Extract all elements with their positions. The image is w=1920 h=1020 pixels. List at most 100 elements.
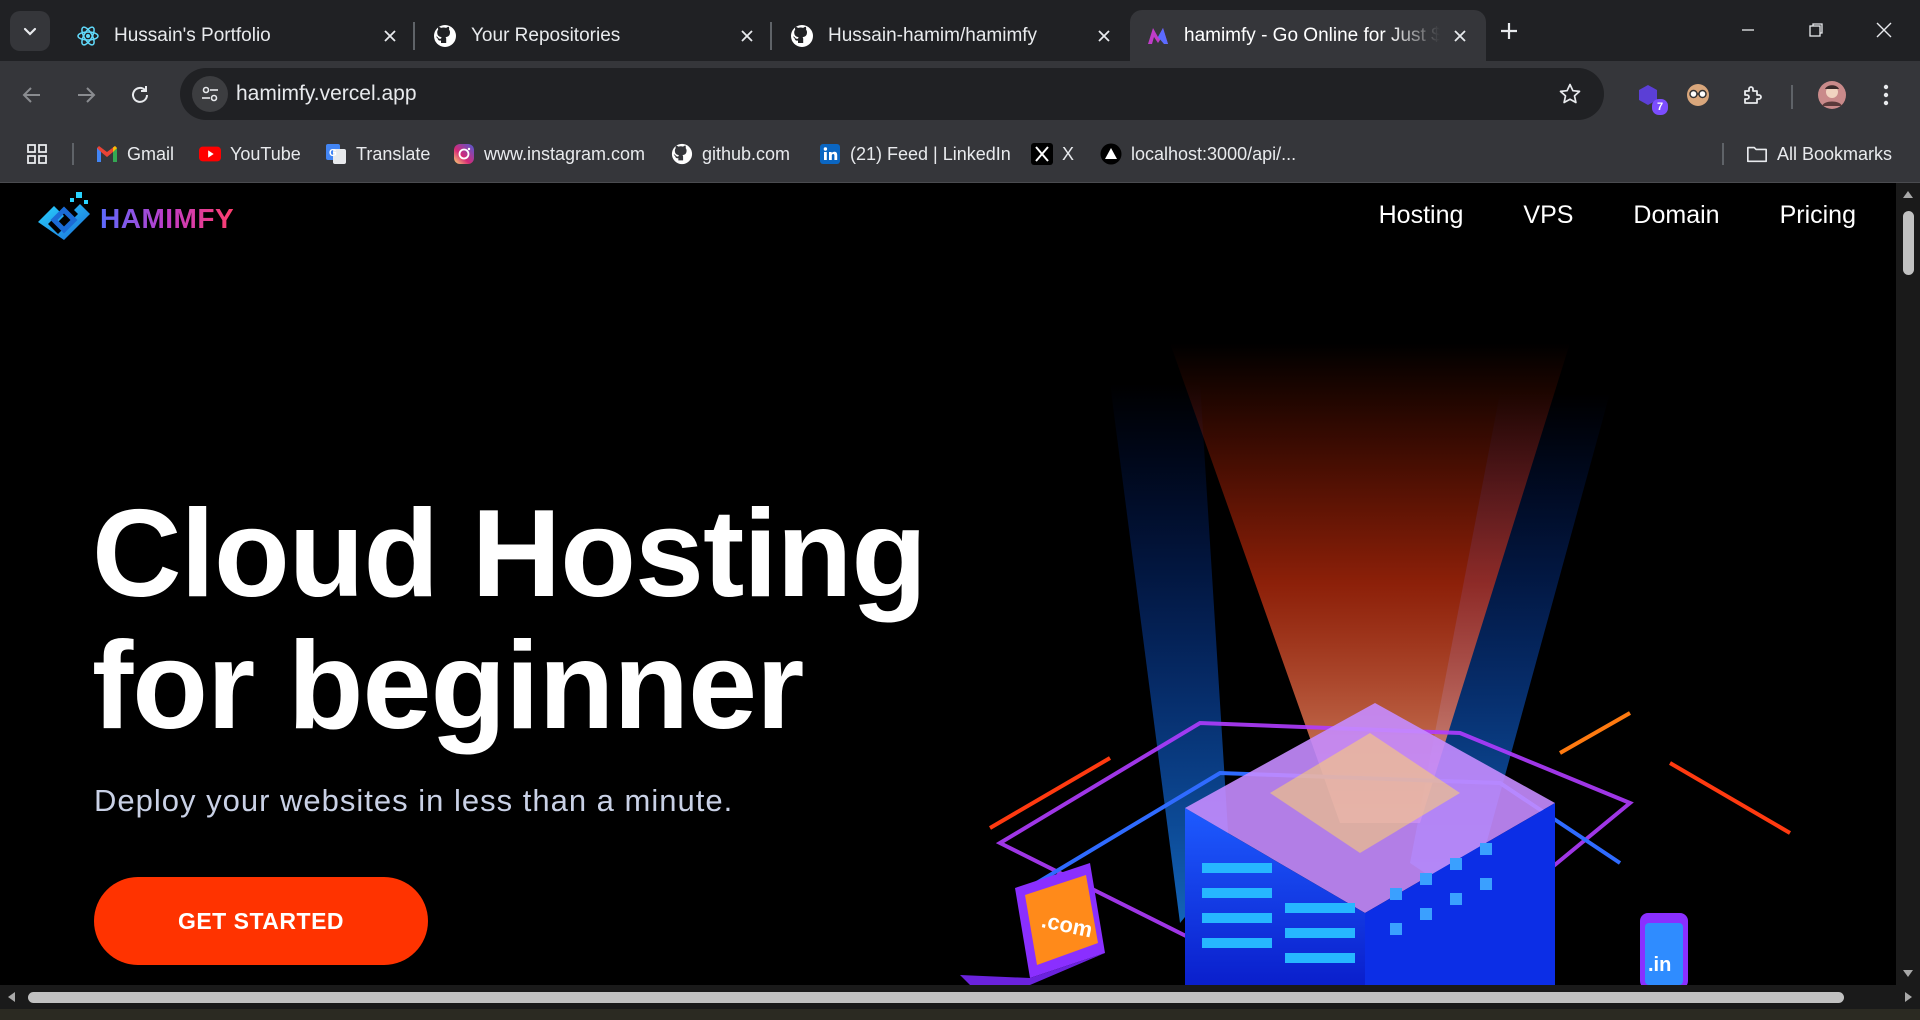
close-window-button[interactable]: [1864, 10, 1904, 50]
phone-in: .in: [1640, 913, 1688, 985]
close-icon[interactable]: [1092, 24, 1116, 48]
bookmark-label: YouTube: [230, 143, 301, 164]
forward-button[interactable]: [68, 77, 104, 113]
bookmark-label: Gmail: [127, 143, 175, 164]
tab-strip: Hussain's Portfolio Your Repositories Hu…: [0, 0, 1920, 61]
translate-icon: G: [325, 143, 347, 165]
arrow-right-icon: [78, 87, 96, 103]
url-text[interactable]: hamimfy.vercel.app: [236, 82, 417, 106]
site-info-button[interactable]: [192, 76, 228, 112]
apps-button[interactable]: [26, 139, 48, 169]
browser-menu-button[interactable]: [1868, 77, 1904, 113]
scroll-down-icon: [1903, 970, 1913, 977]
tab-repositories[interactable]: Your Repositories: [417, 10, 773, 61]
tab-portfolio[interactable]: Hussain's Portfolio: [60, 10, 416, 61]
tune-icon: [202, 86, 218, 102]
bookmark-youtube[interactable]: YouTube: [199, 139, 301, 169]
restore-button[interactable]: [1796, 10, 1836, 50]
minimize-button[interactable]: [1728, 10, 1768, 50]
tab-title: Hussain-hamim/hamimfy: [828, 24, 1038, 46]
bookmark-star-button[interactable]: [1556, 80, 1584, 108]
hero-subtitle: Deploy your websites in less than a minu…: [94, 783, 734, 818]
vertical-scrollbar[interactable]: [1896, 183, 1920, 985]
toolbar-divider: [1791, 85, 1793, 109]
bookmark-label: www.instagram.com: [484, 143, 646, 164]
restore-icon: [1809, 23, 1823, 37]
bookmark-instagram[interactable]: www.instagram.com: [453, 139, 645, 169]
get-started-button[interactable]: GET STARTED: [94, 877, 428, 965]
bookmark-divider: [72, 143, 74, 165]
horizontal-scroll-thumb[interactable]: [28, 992, 1844, 1003]
new-tab-button[interactable]: [1492, 14, 1526, 48]
reload-icon: [132, 86, 148, 103]
bookmark-label: (21) Feed | LinkedIn: [850, 143, 1011, 164]
x-icon: [1031, 143, 1053, 165]
apps-grid-icon: [27, 144, 47, 164]
nav-domain[interactable]: Domain: [1633, 201, 1719, 230]
close-icon[interactable]: [378, 24, 402, 48]
github-icon: [433, 24, 457, 48]
scroll-left-icon: [8, 992, 15, 1002]
bookmark-x[interactable]: X: [1031, 139, 1074, 169]
bookmark-translate[interactable]: G Translate: [325, 139, 430, 169]
svg-text:G: G: [329, 148, 337, 159]
address-bar[interactable]: hamimfy.vercel.app: [180, 68, 1604, 120]
bookmark-label: localhost:3000/api/...: [1131, 143, 1297, 164]
tab-search-button[interactable]: [10, 11, 50, 51]
minimize-icon: [1742, 29, 1754, 31]
extension-button[interactable]: [1680, 77, 1716, 113]
linkedin-icon: [819, 143, 841, 165]
close-icon[interactable]: [1448, 24, 1472, 48]
taskbar-strip: [0, 1009, 1920, 1020]
github-icon: [790, 24, 814, 48]
vercel-icon: [1100, 143, 1122, 165]
close-icon: [1876, 22, 1892, 38]
horizontal-scrollbar[interactable]: [0, 985, 1920, 1009]
scroll-right-icon: [1905, 992, 1912, 1002]
tab-divider: [413, 22, 415, 50]
bookmark-gmail[interactable]: Gmail: [96, 139, 174, 169]
nav-pricing[interactable]: Pricing: [1780, 201, 1856, 230]
star-icon: [1559, 83, 1581, 104]
hamimfy-icon: [1146, 24, 1170, 48]
close-icon[interactable]: [735, 24, 759, 48]
react-icon: [76, 24, 100, 48]
tab-title: hamimfy - Go Online for Just $9: [1184, 24, 1440, 46]
tab-title: Hussain's Portfolio: [114, 24, 271, 46]
nav-vps[interactable]: VPS: [1523, 201, 1573, 230]
nav-hosting[interactable]: Hosting: [1379, 201, 1464, 230]
all-bookmarks-label: All Bookmarks: [1777, 143, 1893, 164]
tab-hamimfy-repo[interactable]: Hussain-hamim/hamimfy: [774, 10, 1130, 61]
toolbar: hamimfy.vercel.app 7: [0, 61, 1920, 127]
tab-divider: [770, 22, 772, 50]
extension-button[interactable]: 7: [1630, 77, 1668, 115]
bookmark-label: X: [1062, 143, 1075, 164]
plus-icon: [1501, 23, 1517, 39]
bookmark-localhost[interactable]: localhost:3000/api/...: [1100, 139, 1296, 169]
laptop-com: .com: [960, 863, 1105, 985]
back-button[interactable]: [14, 77, 50, 113]
tab-title: Your Repositories: [471, 24, 621, 46]
puzzle-icon: [1744, 86, 1762, 104]
hero-title-line1: Cloud Hosting: [92, 485, 927, 623]
vertical-scroll-thumb[interactable]: [1903, 211, 1914, 275]
glasses-face-icon: [1687, 84, 1709, 106]
bookmark-github[interactable]: github.com: [671, 139, 790, 169]
bookmark-divider: [1722, 143, 1724, 165]
hamimfy-logo-icon: [38, 192, 90, 240]
reload-button[interactable]: [122, 77, 158, 113]
tab-hamimfy-site[interactable]: hamimfy - Go Online for Just $9: [1130, 10, 1486, 61]
site-nav: Hosting VPS Domain Pricing: [1379, 201, 1856, 230]
instagram-icon: [453, 143, 475, 165]
extensions-menu-button[interactable]: [1735, 77, 1771, 113]
chevron-down-icon: [23, 27, 37, 36]
site-logo[interactable]: HAMIMFY: [32, 189, 234, 249]
web-page: HAMIMFY Hosting VPS Domain Pricing Cloud…: [0, 183, 1896, 985]
logo-text: HAMIMFY: [100, 203, 235, 234]
hero-title: Cloud Hosting for beginner: [92, 488, 992, 752]
kebab-menu-icon: [1883, 84, 1889, 106]
all-bookmarks-button[interactable]: All Bookmarks: [1746, 139, 1892, 169]
bookmark-label: github.com: [702, 143, 791, 164]
bookmark-linkedin[interactable]: (21) Feed | LinkedIn: [819, 139, 1011, 169]
profile-avatar[interactable]: [1814, 77, 1850, 113]
